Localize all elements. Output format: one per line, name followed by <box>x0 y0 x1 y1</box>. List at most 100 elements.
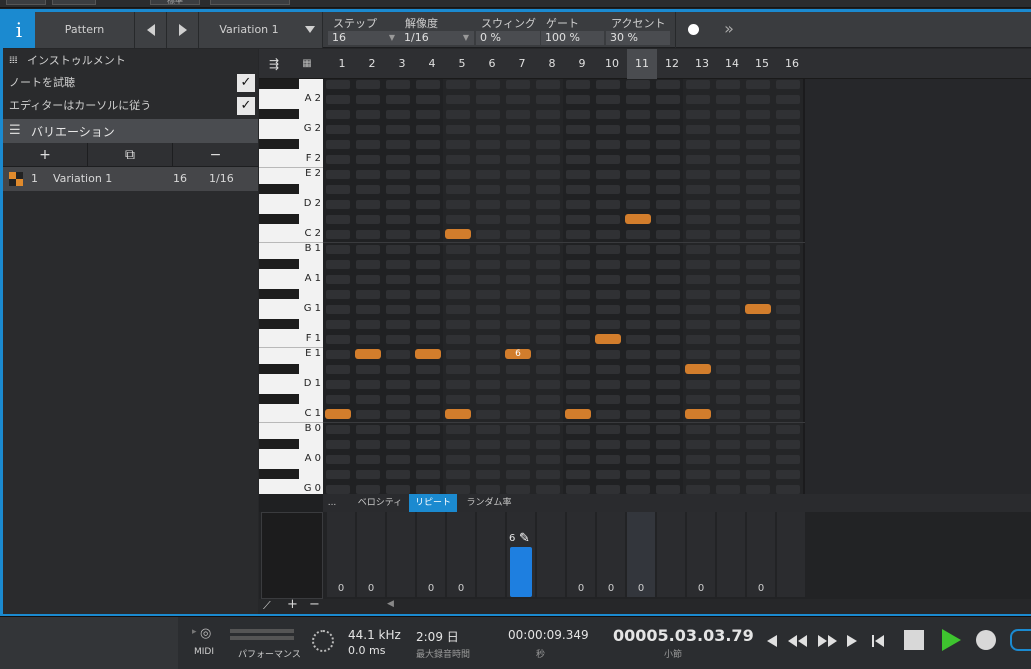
follow-cursor-checkbox[interactable]: ✓ <box>237 97 255 115</box>
step-number-6[interactable]: 6 <box>477 49 507 79</box>
top-strip-tab-3[interactable]: 標準 <box>150 0 200 5</box>
black-key[interactable] <box>259 214 299 224</box>
note-step-13[interactable] <box>685 364 711 374</box>
record-step-button[interactable] <box>675 12 711 48</box>
black-key[interactable] <box>259 259 299 269</box>
prev-variation-button[interactable] <box>135 12 167 48</box>
next-marker-icon[interactable] <box>846 635 858 647</box>
step-number-12[interactable]: 12 <box>657 49 687 79</box>
black-key[interactable] <box>259 319 299 329</box>
fast-forward-icon[interactable] <box>818 635 838 647</box>
repeat-lane[interactable]: 0 0 0 0 6 ✎ 0 0 0 0 0 <box>259 512 1031 599</box>
repeat-bar[interactable] <box>510 547 532 597</box>
note-step-1[interactable] <box>325 409 351 419</box>
variation-row[interactable]: 1 Variation 1 16 1/16 <box>3 167 258 191</box>
lane-column-2[interactable]: 0 <box>357 512 385 597</box>
black-key[interactable] <box>259 469 299 479</box>
rewind-icon[interactable] <box>788 635 808 647</box>
note-step-11[interactable] <box>625 214 651 224</box>
loop-button[interactable] <box>1010 629 1031 651</box>
lane-column-9[interactable]: 0 <box>567 512 595 597</box>
note-step-7[interactable]: 6 <box>505 349 531 359</box>
note-step-4[interactable] <box>415 349 441 359</box>
lane-column-8[interactable] <box>537 512 565 597</box>
lane-column-5[interactable]: 0 <box>447 512 475 597</box>
info-button[interactable]: i <box>3 12 35 48</box>
step-number-15[interactable]: 15 <box>747 49 777 79</box>
follow-cursor-row[interactable]: エディターはカーソルに従う ✓ <box>3 95 258 117</box>
lane-column-10[interactable]: 0 <box>597 512 625 597</box>
lane-column-13[interactable]: 0 <box>687 512 715 597</box>
lane-tab-2[interactable]: リピート <box>409 494 457 512</box>
step-number-7[interactable]: 7 <box>507 49 537 79</box>
step-number-4[interactable]: 4 <box>417 49 447 79</box>
black-key[interactable] <box>259 109 299 119</box>
step-number-1[interactable]: 1 <box>327 49 357 79</box>
lane-column-15[interactable]: 0 <box>747 512 775 597</box>
variation-select[interactable]: Variation 1 <box>199 12 323 48</box>
preview-notes-row[interactable]: ノートを試聴 ✓ <box>3 72 258 94</box>
note-step-9[interactable] <box>565 409 591 419</box>
note-step-5[interactable] <box>445 409 471 419</box>
black-key[interactable] <box>259 289 299 299</box>
step-number-3[interactable]: 3 <box>387 49 417 79</box>
lane-column-6[interactable] <box>477 512 505 597</box>
instrument-row[interactable]: 𝍖 インストゥルメント <box>3 50 258 72</box>
black-key[interactable] <box>259 439 299 449</box>
lane-column-7[interactable]: 6 ✎ <box>507 512 535 597</box>
top-strip-tab-2[interactable] <box>52 0 96 5</box>
lane-column-11[interactable]: 0 <box>627 512 655 597</box>
step-number-2[interactable]: 2 <box>357 49 387 79</box>
black-key[interactable] <box>259 394 299 404</box>
lane-tab-0[interactable]: ... <box>323 494 341 512</box>
line-tool-icon[interactable]: ⟋ <box>263 599 271 613</box>
midi-indicator[interactable]: ▸ ◎ <box>192 626 220 644</box>
preview-notes-checkbox[interactable]: ✓ <box>237 74 255 92</box>
step-number-13[interactable]: 13 <box>687 49 717 79</box>
black-key[interactable] <box>259 184 299 194</box>
step-number-5[interactable]: 5 <box>447 49 477 79</box>
black-key[interactable] <box>259 79 299 89</box>
play-button[interactable] <box>942 629 962 651</box>
zoom-out-icon[interactable]: − <box>309 597 320 612</box>
lane-column-14[interactable] <box>717 512 745 597</box>
next-variation-button[interactable] <box>167 12 199 48</box>
grid-view-icon[interactable]: ▦ <box>295 54 319 74</box>
piano-keyboard[interactable]: A 2 G 2 F 2 E 2 D 2 C 2 B 1 A 1 G 1 F 1 E 1 D 1 C 1 B… <box>259 79 323 494</box>
expand-button[interactable]: » <box>711 12 747 48</box>
note-step-13[interactable] <box>685 409 711 419</box>
note-step-10[interactable] <box>595 334 621 344</box>
lane-tab-1[interactable]: ベロシティ <box>351 494 409 512</box>
lane-column-12[interactable] <box>657 512 685 597</box>
step-number-11[interactable]: 11 <box>627 49 657 79</box>
lane-column-3[interactable] <box>387 512 415 597</box>
accent-field[interactable]: 30 % <box>606 31 670 45</box>
prev-marker-icon[interactable] <box>766 635 778 647</box>
lane-column-4[interactable]: 0 <box>417 512 445 597</box>
top-strip-tab-1[interactable] <box>6 0 46 5</box>
add-variation-button[interactable]: + <box>3 143 88 167</box>
step-number-8[interactable]: 8 <box>537 49 567 79</box>
note-grid[interactable]: 6 <box>323 79 805 494</box>
view-toggle-icon[interactable]: ⇶ <box>263 54 285 74</box>
note-step-2[interactable] <box>355 349 381 359</box>
step-number-10[interactable]: 10 <box>597 49 627 79</box>
step-number-9[interactable]: 9 <box>567 49 597 79</box>
lane-column-1[interactable]: 0 <box>327 512 355 597</box>
stop-button[interactable] <box>904 630 924 650</box>
steps-field[interactable]: 16 ▼ <box>328 31 400 45</box>
variations-header[interactable]: ☰ バリエーション <box>3 119 258 143</box>
record-button[interactable] <box>976 630 996 650</box>
note-step-15[interactable] <box>745 304 771 314</box>
top-strip-tab-4[interactable] <box>210 0 290 5</box>
remove-variation-button[interactable]: − <box>173 143 258 167</box>
duplicate-variation-button[interactable]: ⧉ <box>88 143 173 167</box>
step-number-16[interactable]: 16 <box>777 49 807 79</box>
zoom-in-icon[interactable]: + <box>287 597 298 612</box>
lane-column-16[interactable] <box>777 512 805 597</box>
resolution-field[interactable]: 1/16 ▼ <box>400 31 474 45</box>
black-key[interactable] <box>259 364 299 374</box>
lane-tab-3[interactable]: ランダム率 <box>457 494 521 512</box>
step-number-14[interactable]: 14 <box>717 49 747 79</box>
return-to-zero-icon[interactable] <box>872 635 884 647</box>
